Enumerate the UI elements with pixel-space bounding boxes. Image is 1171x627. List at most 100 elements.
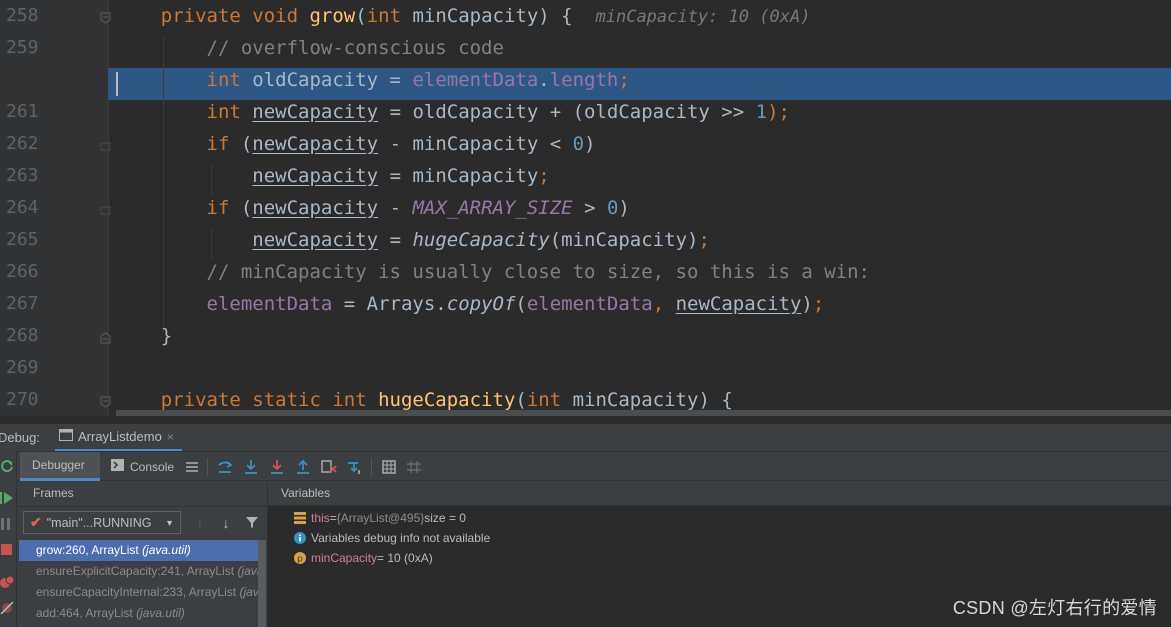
code-line[interactable]: newCapacity = minCapacity; [0,160,1171,192]
evaluate-expression-icon[interactable] [380,458,398,476]
step-out-icon[interactable] [294,458,312,476]
close-icon[interactable]: × [167,430,174,444]
step-over-icon[interactable] [242,458,260,476]
code-line[interactable]: // minCapacity is usually close to size,… [0,256,1171,288]
frames-scrollbar[interactable] [258,540,266,627]
frames-title: Frames [33,486,74,500]
stop-icon[interactable] [0,543,14,557]
variable-info-text: Variables debug info not available [311,531,491,545]
drop-frame-icon[interactable] [320,458,338,476]
code-token: newCapacity [252,197,379,219]
run-to-cursor-icon[interactable] [346,458,364,476]
frames-panel: Frames ✔ "main"...RUNNING ▼ ↑ ↓ grow:260… [17,481,267,627]
previous-frame-arrow-icon[interactable]: ↑ [193,515,207,531]
editor-horizontal-scrollbar[interactable] [116,410,1171,416]
text-caret [116,72,118,96]
next-frame-arrow-icon[interactable]: ↓ [219,515,233,531]
code-token: ( [240,133,253,155]
layout-menu-icon[interactable] [183,458,201,476]
code-token: int [206,101,253,123]
code-token: if [206,197,241,219]
code-token: ) [584,133,596,155]
code-token: = Arrays. [332,293,447,315]
code-line[interactable]: } [0,320,1171,352]
code-line[interactable]: if (newCapacity - MAX_ARRAY_SIZE > 0) [0,192,1171,224]
code-line[interactable]: if (newCapacity - minCapacity < 0) [0,128,1171,160]
stack-frame-row[interactable]: ensureExplicitCapacity:241, ArrayList (j… [19,561,265,582]
code-token: minCapacity) { [412,5,596,27]
code-token: int [366,5,413,27]
mute-breakpoints-icon[interactable] [0,601,14,615]
code-token: 1 [755,101,768,123]
frame-method: add:464, ArrayList [36,606,137,620]
pause-icon[interactable] [0,517,14,531]
code-token: - [378,197,413,219]
rerun-icon[interactable] [0,459,14,473]
code-token: minCapacity: 10 (0xA) [595,7,811,27]
toolbar-separator [207,458,208,476]
resume-icon[interactable] [0,491,14,505]
stack-frames-list[interactable]: grow:260, ArrayList (java.util) ensureExp… [17,540,267,627]
code-token: ( [515,293,527,315]
code-token: MAX_ARRAY_SIZE [412,197,573,219]
code-token: int [526,389,573,411]
thread-dropdown[interactable]: ✔ "main"...RUNNING ▼ [23,511,181,534]
thread-suspended-check-icon: ✔ [30,514,42,530]
code-line[interactable]: elementData = Arrays.copyOf(elementData,… [0,288,1171,320]
trace-stream-icon[interactable] [405,458,423,476]
stack-frame-row[interactable]: add:464, ArrayList (java.util) [19,603,265,624]
code-token: // minCapacity is usually close to size,… [206,261,870,283]
toolbar-separator [371,458,372,476]
debug-tool-window-bar: Debug: ArrayListdemo × [0,423,1171,452]
fold-marker-icon[interactable] [100,12,111,24]
code-editor[interactable]: 258259260261262263264265266267268269270 … [0,0,1171,416]
frame-method: grow:260, ArrayList [36,543,143,557]
fold-marker-icon[interactable] [100,332,111,344]
filter-icon[interactable] [245,515,259,531]
variable-row-mincapacity[interactable]: p minCapacity = 10 (0xA) [294,548,433,568]
code-line[interactable]: // overflow-conscious code [0,32,1171,64]
code-token: = minCapacity [378,165,539,187]
code-token: newCapacity [675,293,802,315]
show-execution-point-icon[interactable] [216,458,234,476]
variable-size: size = 0 [424,511,466,525]
code-token: newCapacity [252,133,379,155]
code-token: 0 [606,197,619,219]
code-token: int [206,69,253,91]
code-line[interactable]: int oldCapacity = elementData.length; [0,64,1171,96]
variables-header: Variables [268,481,1171,506]
code-token: = [378,229,413,251]
code-line[interactable]: int newCapacity = oldCapacity + (oldCapa… [0,96,1171,128]
code-token: ; [538,165,550,187]
code-line[interactable]: newCapacity = hugeCapacity(minCapacity); [0,224,1171,256]
view-breakpoints-icon[interactable] [0,575,14,589]
fold-marker-icon[interactable] [100,204,111,216]
stack-frame-row[interactable]: ensureCapacityInternal:233, ArrayList (j… [19,582,265,603]
tab-console[interactable]: Console [107,452,174,481]
fold-marker-icon[interactable] [100,140,111,152]
stack-frame-row[interactable]: grow:260, ArrayList (java.util) [19,540,265,561]
debug-actions-strip [0,451,17,627]
code-token: if [206,133,241,155]
watermark: CSDN @左灯右行的爱情 [952,598,1157,618]
code-token: 0 [572,133,585,155]
code-token: ( [515,389,527,411]
variable-value: {ArrayList@495} [336,511,425,525]
step-into-icon[interactable] [268,458,286,476]
run-configuration-tab[interactable]: ArrayListdemo × [55,424,182,452]
fold-marker-icon[interactable] [100,396,111,408]
tab-debugger[interactable]: Debugger [20,452,100,481]
variables-title: Variables [281,486,331,500]
variable-row-this[interactable]: this = {ArrayList@495} size = 0 [294,508,466,528]
code-line[interactable]: private void grow(int minCapacity) { min… [0,0,1171,33]
info-icon [294,532,306,544]
variable-name: this [311,511,330,525]
code-token: // overflow-conscious code [206,37,504,59]
line-number[interactable]: 269 [6,352,46,384]
console-icon [111,459,124,474]
